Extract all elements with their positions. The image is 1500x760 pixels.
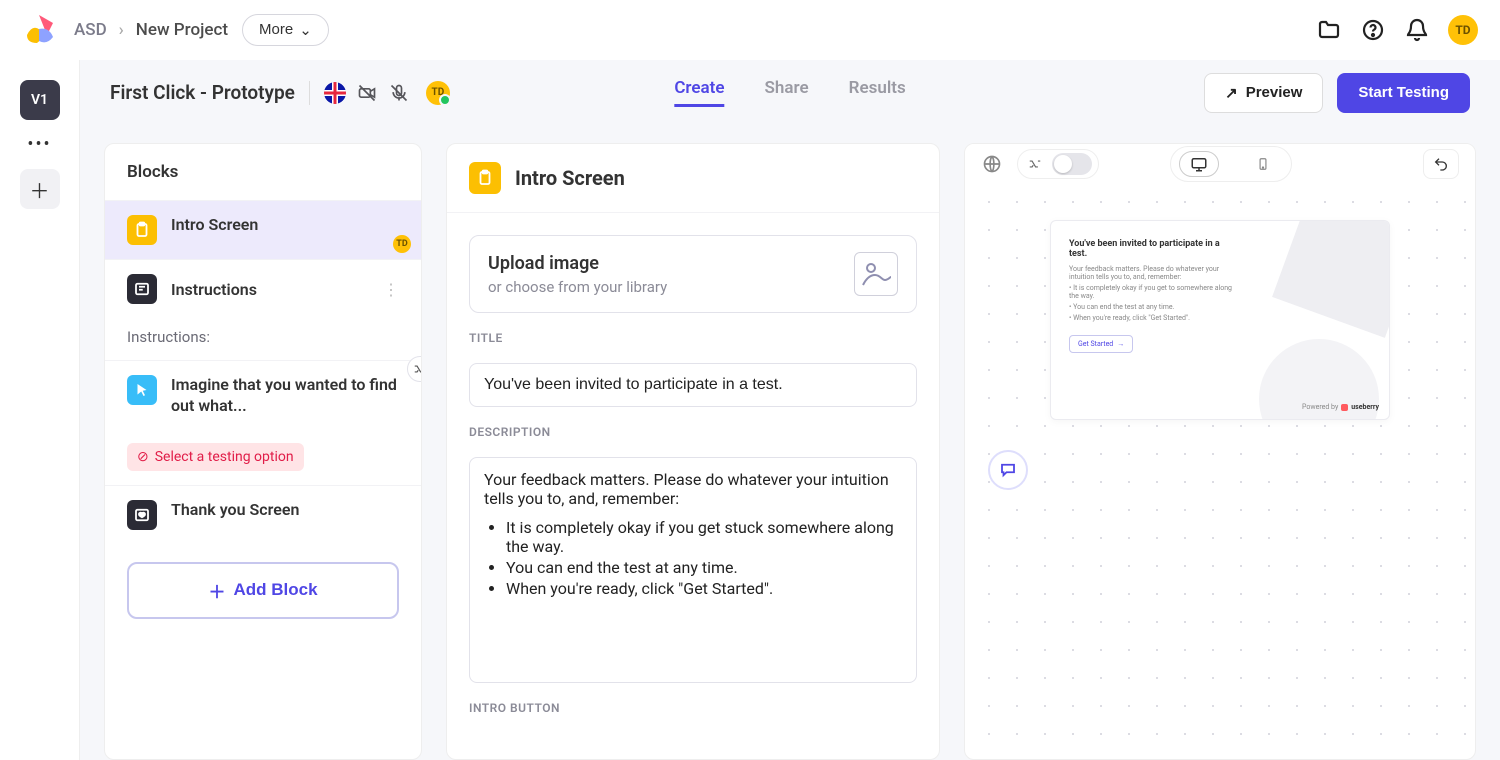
editor-header: Intro Screen bbox=[447, 144, 939, 213]
preview-get-started-button: Get Started→ bbox=[1069, 335, 1133, 353]
mobile-device-button[interactable] bbox=[1243, 151, 1283, 177]
preview-card[interactable]: You've been invited to participate in a … bbox=[1050, 220, 1390, 420]
open-external-icon: ↗ bbox=[1225, 84, 1238, 102]
preview-card-line: • When you're ready, click "Get Started"… bbox=[1069, 314, 1235, 322]
globe-icon[interactable] bbox=[981, 153, 1003, 175]
notifications-icon[interactable] bbox=[1404, 17, 1430, 43]
help-icon[interactable] bbox=[1360, 17, 1386, 43]
collaborator-avatar[interactable]: TD bbox=[426, 81, 450, 105]
version-badge[interactable]: V1 bbox=[20, 80, 60, 120]
breadcrumb: ASD › New Project bbox=[74, 20, 228, 40]
topbar-actions: TD bbox=[1316, 15, 1478, 45]
tab-create[interactable]: Create bbox=[674, 78, 724, 107]
more-dots-icon[interactable]: ••• bbox=[27, 134, 51, 155]
tab-results[interactable]: Results bbox=[849, 78, 906, 107]
more-vertical-icon[interactable]: ⋮ bbox=[383, 280, 399, 299]
language-flag-icon[interactable] bbox=[324, 82, 346, 104]
preview-card-line: Your feedback matters. Please do whateve… bbox=[1069, 265, 1235, 281]
upload-title: Upload image bbox=[488, 253, 667, 274]
upload-image-card[interactable]: Upload image or choose from your library bbox=[469, 235, 917, 313]
description-label: DESCRIPTION bbox=[469, 425, 917, 439]
decoration bbox=[1272, 220, 1390, 338]
shuffle-small-icon bbox=[1024, 153, 1046, 175]
project-meta: TD bbox=[309, 81, 450, 105]
header-actions: ↗ Preview Start Testing bbox=[1204, 73, 1470, 113]
preview-toolbar bbox=[965, 144, 1475, 184]
add-block-label: Add Block bbox=[233, 580, 317, 600]
preview-body: You've been invited to participate in a … bbox=[965, 184, 1475, 759]
left-rail: V1 ••• ＋ bbox=[0, 60, 80, 760]
preview-panel: You've been invited to participate in a … bbox=[964, 143, 1476, 760]
block-item-thankyou[interactable]: Thank you Screen bbox=[105, 485, 421, 544]
app-logo[interactable] bbox=[22, 12, 58, 48]
breadcrumb-item-workspace[interactable]: ASD bbox=[74, 20, 107, 40]
block-item-instructions[interactable]: Instructions ⋮ Instructions: bbox=[105, 259, 421, 360]
editor-panel: Intro Screen Upload image or choose from… bbox=[446, 143, 940, 760]
block-title: Thank you Screen bbox=[171, 500, 299, 519]
block-subtitle: Instructions: bbox=[127, 328, 210, 346]
mic-off-icon[interactable] bbox=[388, 82, 410, 104]
description-intro: Your feedback matters. Please do whateve… bbox=[484, 470, 889, 508]
block-title: Intro Screen bbox=[171, 215, 399, 234]
instructions-icon bbox=[127, 274, 157, 304]
description-bullet: It is completely okay if you get stuck s… bbox=[506, 518, 902, 556]
shuffle-toggle[interactable] bbox=[1052, 153, 1092, 175]
clipboard-icon bbox=[469, 162, 501, 194]
tab-share[interactable]: Share bbox=[765, 78, 809, 107]
warning-text: Select a testing option bbox=[155, 449, 294, 465]
warning-icon: ⊘ bbox=[137, 449, 149, 465]
camera-off-icon[interactable] bbox=[356, 82, 378, 104]
description-bullet: When you're ready, click "Get Started". bbox=[506, 579, 902, 598]
chevron-down-icon: ⌄ bbox=[299, 21, 312, 39]
cursor-click-icon bbox=[127, 375, 157, 405]
preview-card-line: • You can end the test at any time. bbox=[1069, 303, 1235, 311]
block-title: Imagine that you wanted to find out what… bbox=[171, 375, 399, 417]
more-label: More bbox=[259, 21, 293, 38]
image-placeholder-icon bbox=[854, 252, 898, 296]
preview-card-line: • It is completely okay if you get to so… bbox=[1069, 284, 1235, 300]
preview-label: Preview bbox=[1246, 84, 1303, 101]
undo-button[interactable] bbox=[1423, 149, 1459, 179]
comment-button[interactable] bbox=[988, 450, 1028, 490]
content: Blocks Intro Screen TD Instructions ⋮ bbox=[80, 125, 1500, 760]
editor-title: Intro Screen bbox=[515, 166, 625, 190]
main: First Click - Prototype TD Create Share … bbox=[80, 60, 1500, 760]
app: V1 ••• ＋ First Click - Prototype TD Crea… bbox=[0, 60, 1500, 760]
device-group bbox=[1170, 146, 1292, 182]
add-block-button[interactable]: ＋ Add Block bbox=[127, 562, 399, 619]
preview-card-title: You've been invited to participate in a … bbox=[1069, 239, 1235, 259]
preview-powered-by: Powered by useberry bbox=[1302, 403, 1379, 411]
heart-card-icon bbox=[127, 500, 157, 530]
breadcrumb-item-project[interactable]: New Project bbox=[136, 20, 228, 40]
editor-body: Upload image or choose from your library… bbox=[447, 213, 939, 737]
topbar: ASD › New Project More ⌄ TD bbox=[0, 0, 1500, 60]
blocks-panel: Blocks Intro Screen TD Instructions ⋮ bbox=[104, 143, 422, 760]
preview-button[interactable]: ↗ Preview bbox=[1204, 73, 1323, 113]
title-input[interactable] bbox=[469, 363, 917, 407]
title-label: TITLE bbox=[469, 331, 917, 345]
user-avatar[interactable]: TD bbox=[1448, 15, 1478, 45]
blocks-heading: Blocks bbox=[105, 144, 421, 200]
folder-icon[interactable] bbox=[1316, 17, 1342, 43]
block-item-intro[interactable]: Intro Screen TD bbox=[105, 200, 421, 259]
block-title: Instructions bbox=[171, 280, 257, 299]
project-header: First Click - Prototype TD Create Share … bbox=[80, 60, 1500, 125]
block-owner-avatar: TD bbox=[393, 235, 411, 253]
add-version-button[interactable]: ＋ bbox=[20, 169, 60, 209]
start-testing-button[interactable]: Start Testing bbox=[1337, 73, 1470, 113]
more-button[interactable]: More ⌄ bbox=[242, 14, 329, 46]
description-input[interactable]: Your feedback matters. Please do whateve… bbox=[469, 457, 917, 683]
warning-pill[interactable]: ⊘ Select a testing option bbox=[127, 443, 304, 471]
block-item-task[interactable]: Imagine that you wanted to find out what… bbox=[105, 360, 421, 485]
toolbar-left bbox=[981, 149, 1099, 179]
clipboard-icon bbox=[127, 215, 157, 245]
chevron-right-icon: › bbox=[119, 20, 124, 40]
upload-subtitle: or choose from your library bbox=[488, 278, 667, 296]
plus-icon: ＋ bbox=[208, 578, 225, 603]
description-bullet: You can end the test at any time. bbox=[506, 558, 902, 577]
intro-button-label: INTRO BUTTON bbox=[469, 701, 917, 715]
desktop-device-button[interactable] bbox=[1179, 151, 1219, 177]
project-title: First Click - Prototype bbox=[110, 81, 295, 104]
tabs: Create Share Results bbox=[674, 78, 905, 107]
